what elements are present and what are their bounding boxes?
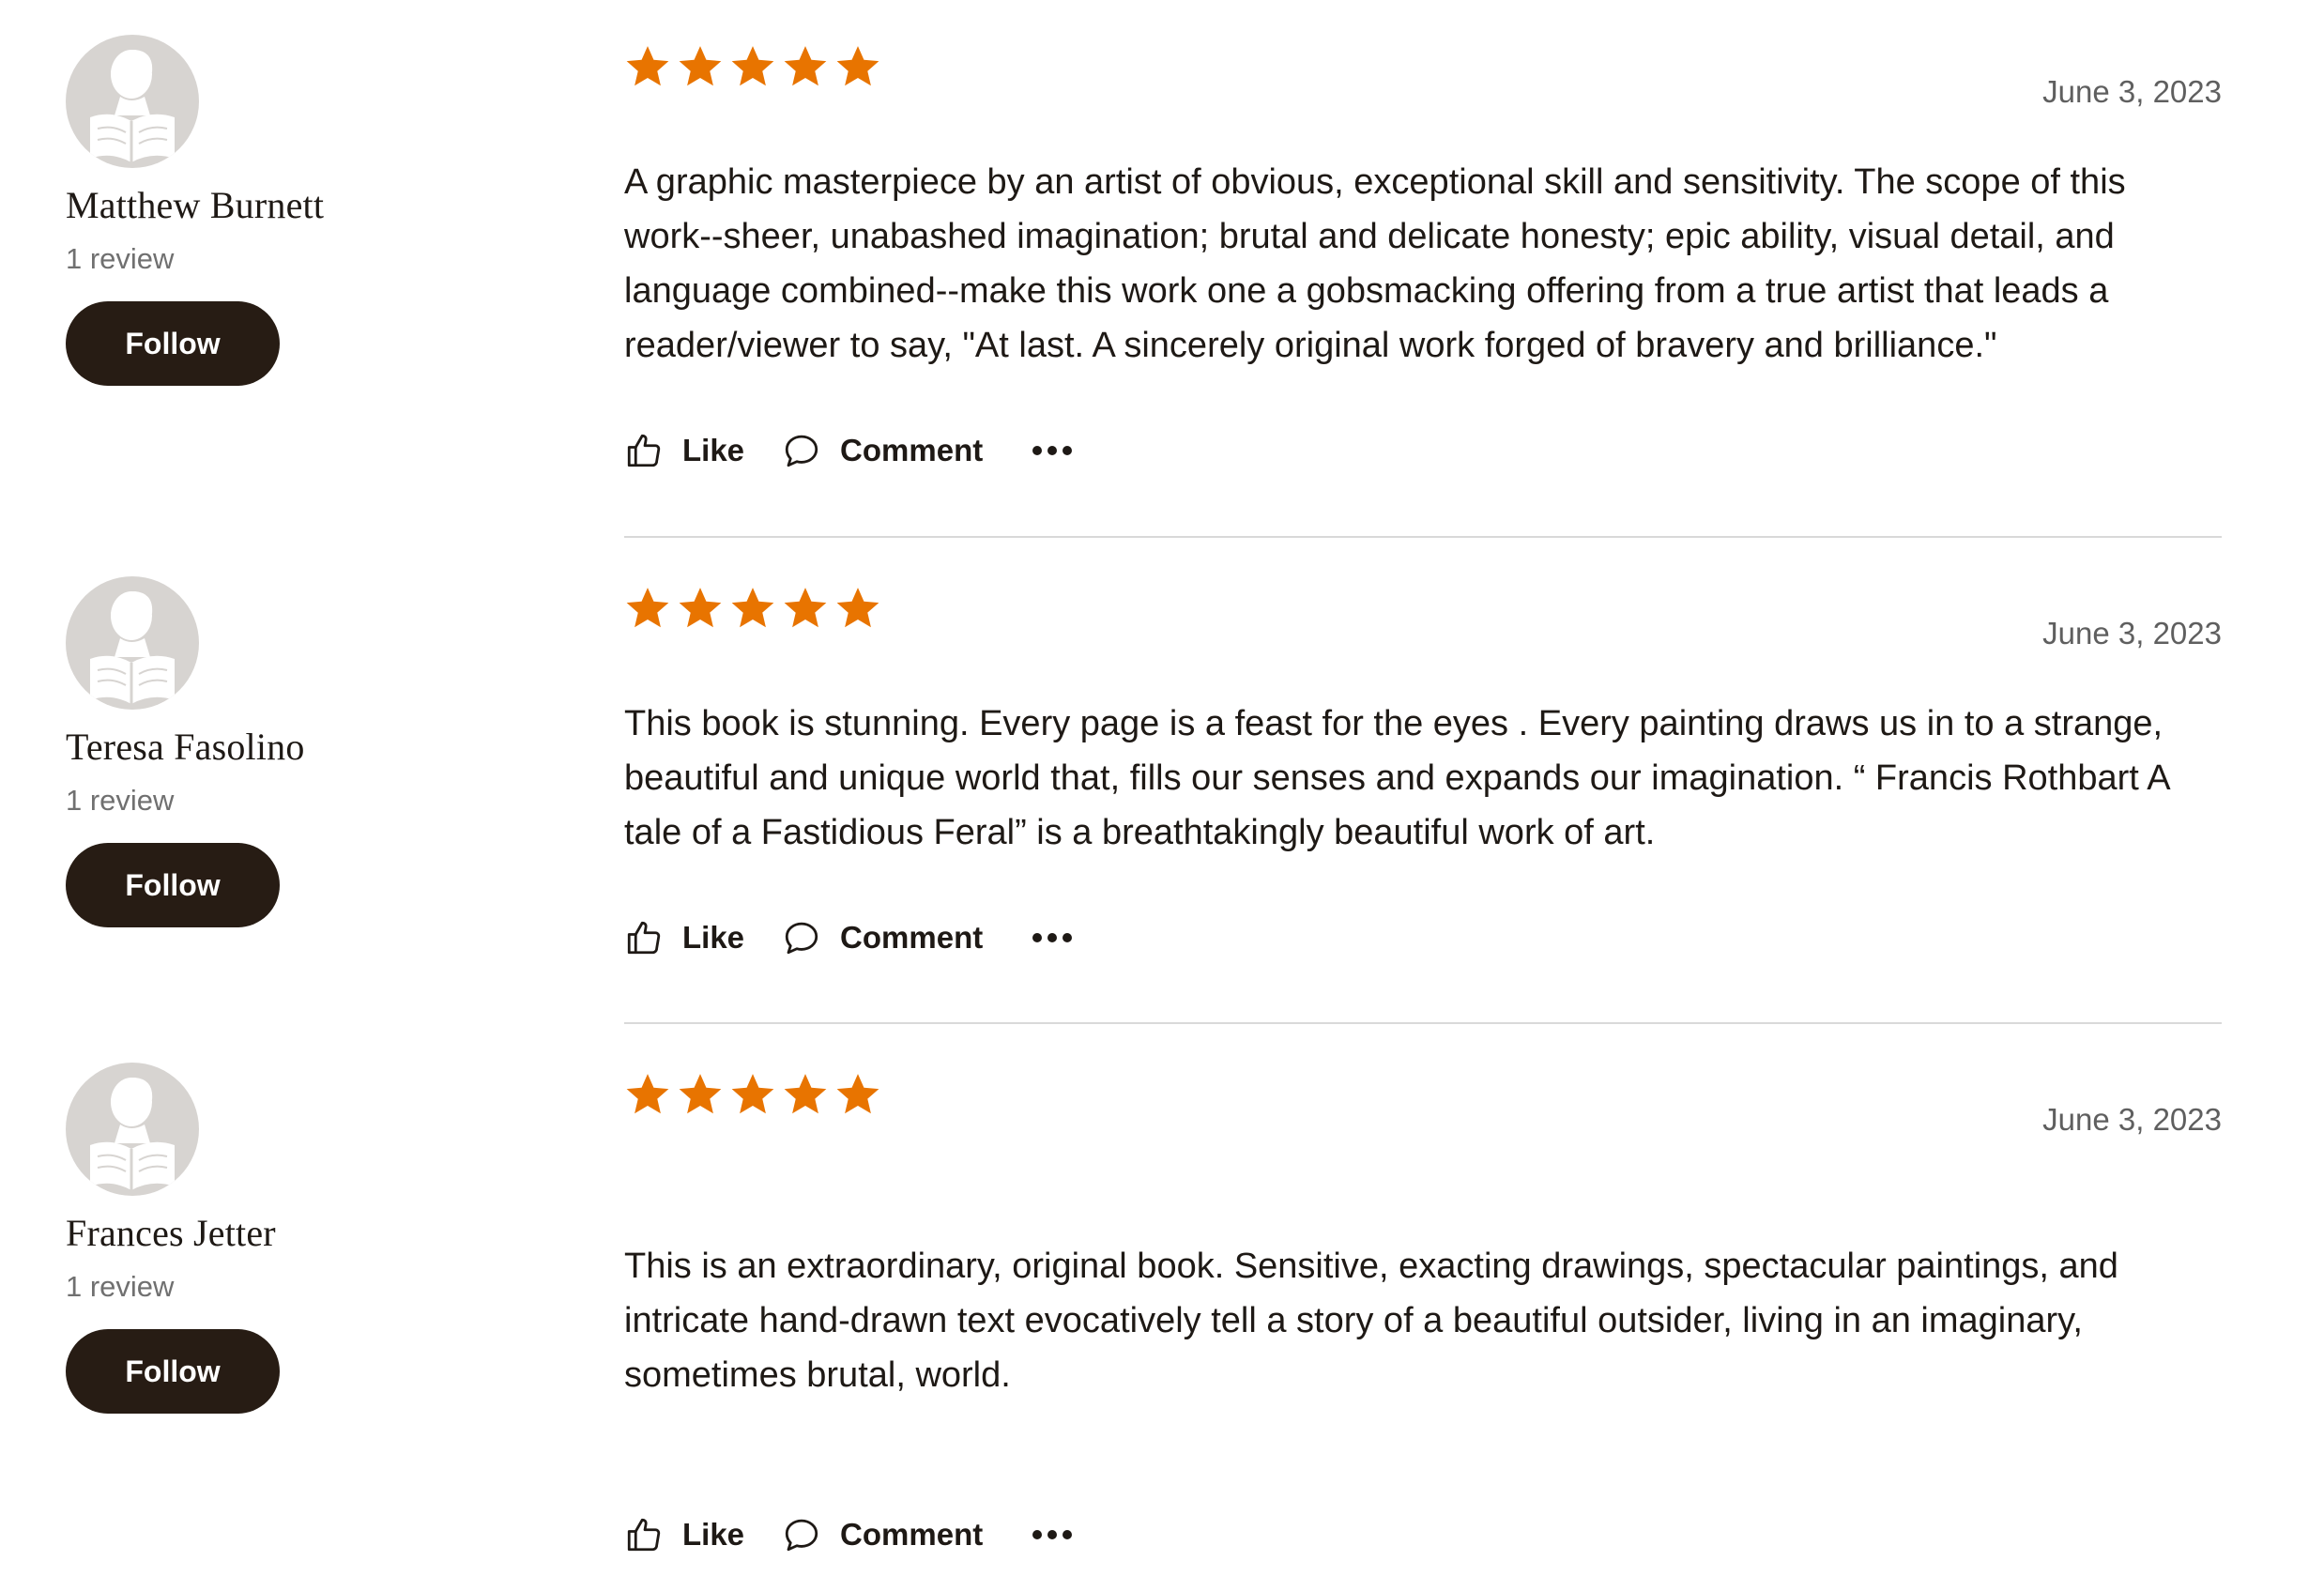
star-icon [731, 46, 774, 86]
review-text: This is an extraordinary, original book.… [624, 1247, 2118, 1395]
like-button[interactable]: Like [624, 1515, 744, 1554]
star-rating [624, 43, 881, 90]
review-date[interactable]: June 3, 2023 [2042, 73, 2222, 111]
star-icon [626, 1074, 669, 1114]
comment-label: Comment [840, 433, 984, 467]
review-count[interactable]: 1 review [66, 1269, 497, 1305]
more-options-button[interactable] [1032, 932, 1073, 943]
review-divider [624, 536, 2222, 538]
star-icon [836, 1074, 879, 1114]
comment-bubble-icon [782, 1515, 821, 1554]
star-icon [679, 1074, 722, 1114]
reviewer-name[interactable]: Frances Jetter [66, 1211, 497, 1256]
review-actions: Like Comment [624, 1507, 1073, 1563]
review-actions: Like Comment [624, 422, 1073, 479]
star-icon [679, 46, 722, 86]
default-reader-avatar-icon [90, 1078, 175, 1190]
comment-button[interactable]: Comment [782, 431, 983, 470]
avatar[interactable] [66, 35, 199, 168]
star-icon [784, 1074, 827, 1114]
star-icon [626, 588, 669, 628]
star-icon [626, 46, 669, 86]
reviewer-name[interactable]: Teresa Fasolino [66, 725, 497, 770]
review-count[interactable]: 1 review [66, 241, 497, 277]
review-date[interactable]: June 3, 2023 [2042, 1101, 2222, 1139]
thumbs-up-icon [624, 431, 664, 470]
like-button[interactable]: Like [624, 431, 744, 470]
star-rating [624, 1071, 881, 1118]
more-options-icon [1032, 1529, 1073, 1540]
comment-button[interactable]: Comment [782, 1515, 983, 1554]
star-icon [784, 46, 827, 86]
reviewer-info: Frances Jetter 1 review Follow [66, 1063, 497, 1414]
review-count[interactable]: 1 review [66, 783, 497, 819]
follow-button[interactable]: Follow [66, 301, 280, 386]
review-text: This book is stunning. Every page is a f… [624, 704, 2169, 852]
thumbs-up-icon [624, 1515, 664, 1554]
star-icon [731, 1074, 774, 1114]
star-icon [836, 588, 879, 628]
star-icon [836, 46, 879, 86]
comment-bubble-icon [782, 431, 821, 470]
star-icon [679, 588, 722, 628]
like-label: Like [682, 920, 745, 955]
review-text: A graphic masterpiece by an artist of ob… [624, 162, 2126, 365]
avatar[interactable] [66, 1063, 199, 1196]
default-reader-avatar-icon [90, 50, 175, 162]
like-button[interactable]: Like [624, 918, 744, 957]
comment-label: Comment [840, 1517, 984, 1552]
more-options-button[interactable] [1032, 1529, 1073, 1540]
follow-button[interactable]: Follow [66, 843, 280, 927]
more-options-icon [1032, 445, 1073, 456]
star-icon [784, 588, 827, 628]
review-date[interactable]: June 3, 2023 [2042, 615, 2222, 652]
reviewer-info: Matthew Burnett 1 review Follow [66, 35, 497, 386]
more-options-icon [1032, 932, 1073, 943]
reviewer-name[interactable]: Matthew Burnett [66, 183, 497, 228]
star-icon [731, 588, 774, 628]
avatar[interactable] [66, 576, 199, 710]
follow-button[interactable]: Follow [66, 1329, 280, 1414]
like-label: Like [682, 433, 745, 467]
more-options-button[interactable] [1032, 445, 1073, 456]
reviewer-info: Teresa Fasolino 1 review Follow [66, 576, 497, 927]
review-actions: Like Comment [624, 910, 1073, 966]
review-divider [624, 1022, 2222, 1024]
star-rating [624, 585, 881, 632]
comment-button[interactable]: Comment [782, 918, 983, 957]
default-reader-avatar-icon [90, 591, 175, 704]
comment-bubble-icon [782, 918, 821, 957]
comment-label: Comment [840, 920, 984, 955]
like-label: Like [682, 1517, 745, 1552]
thumbs-up-icon [624, 918, 664, 957]
